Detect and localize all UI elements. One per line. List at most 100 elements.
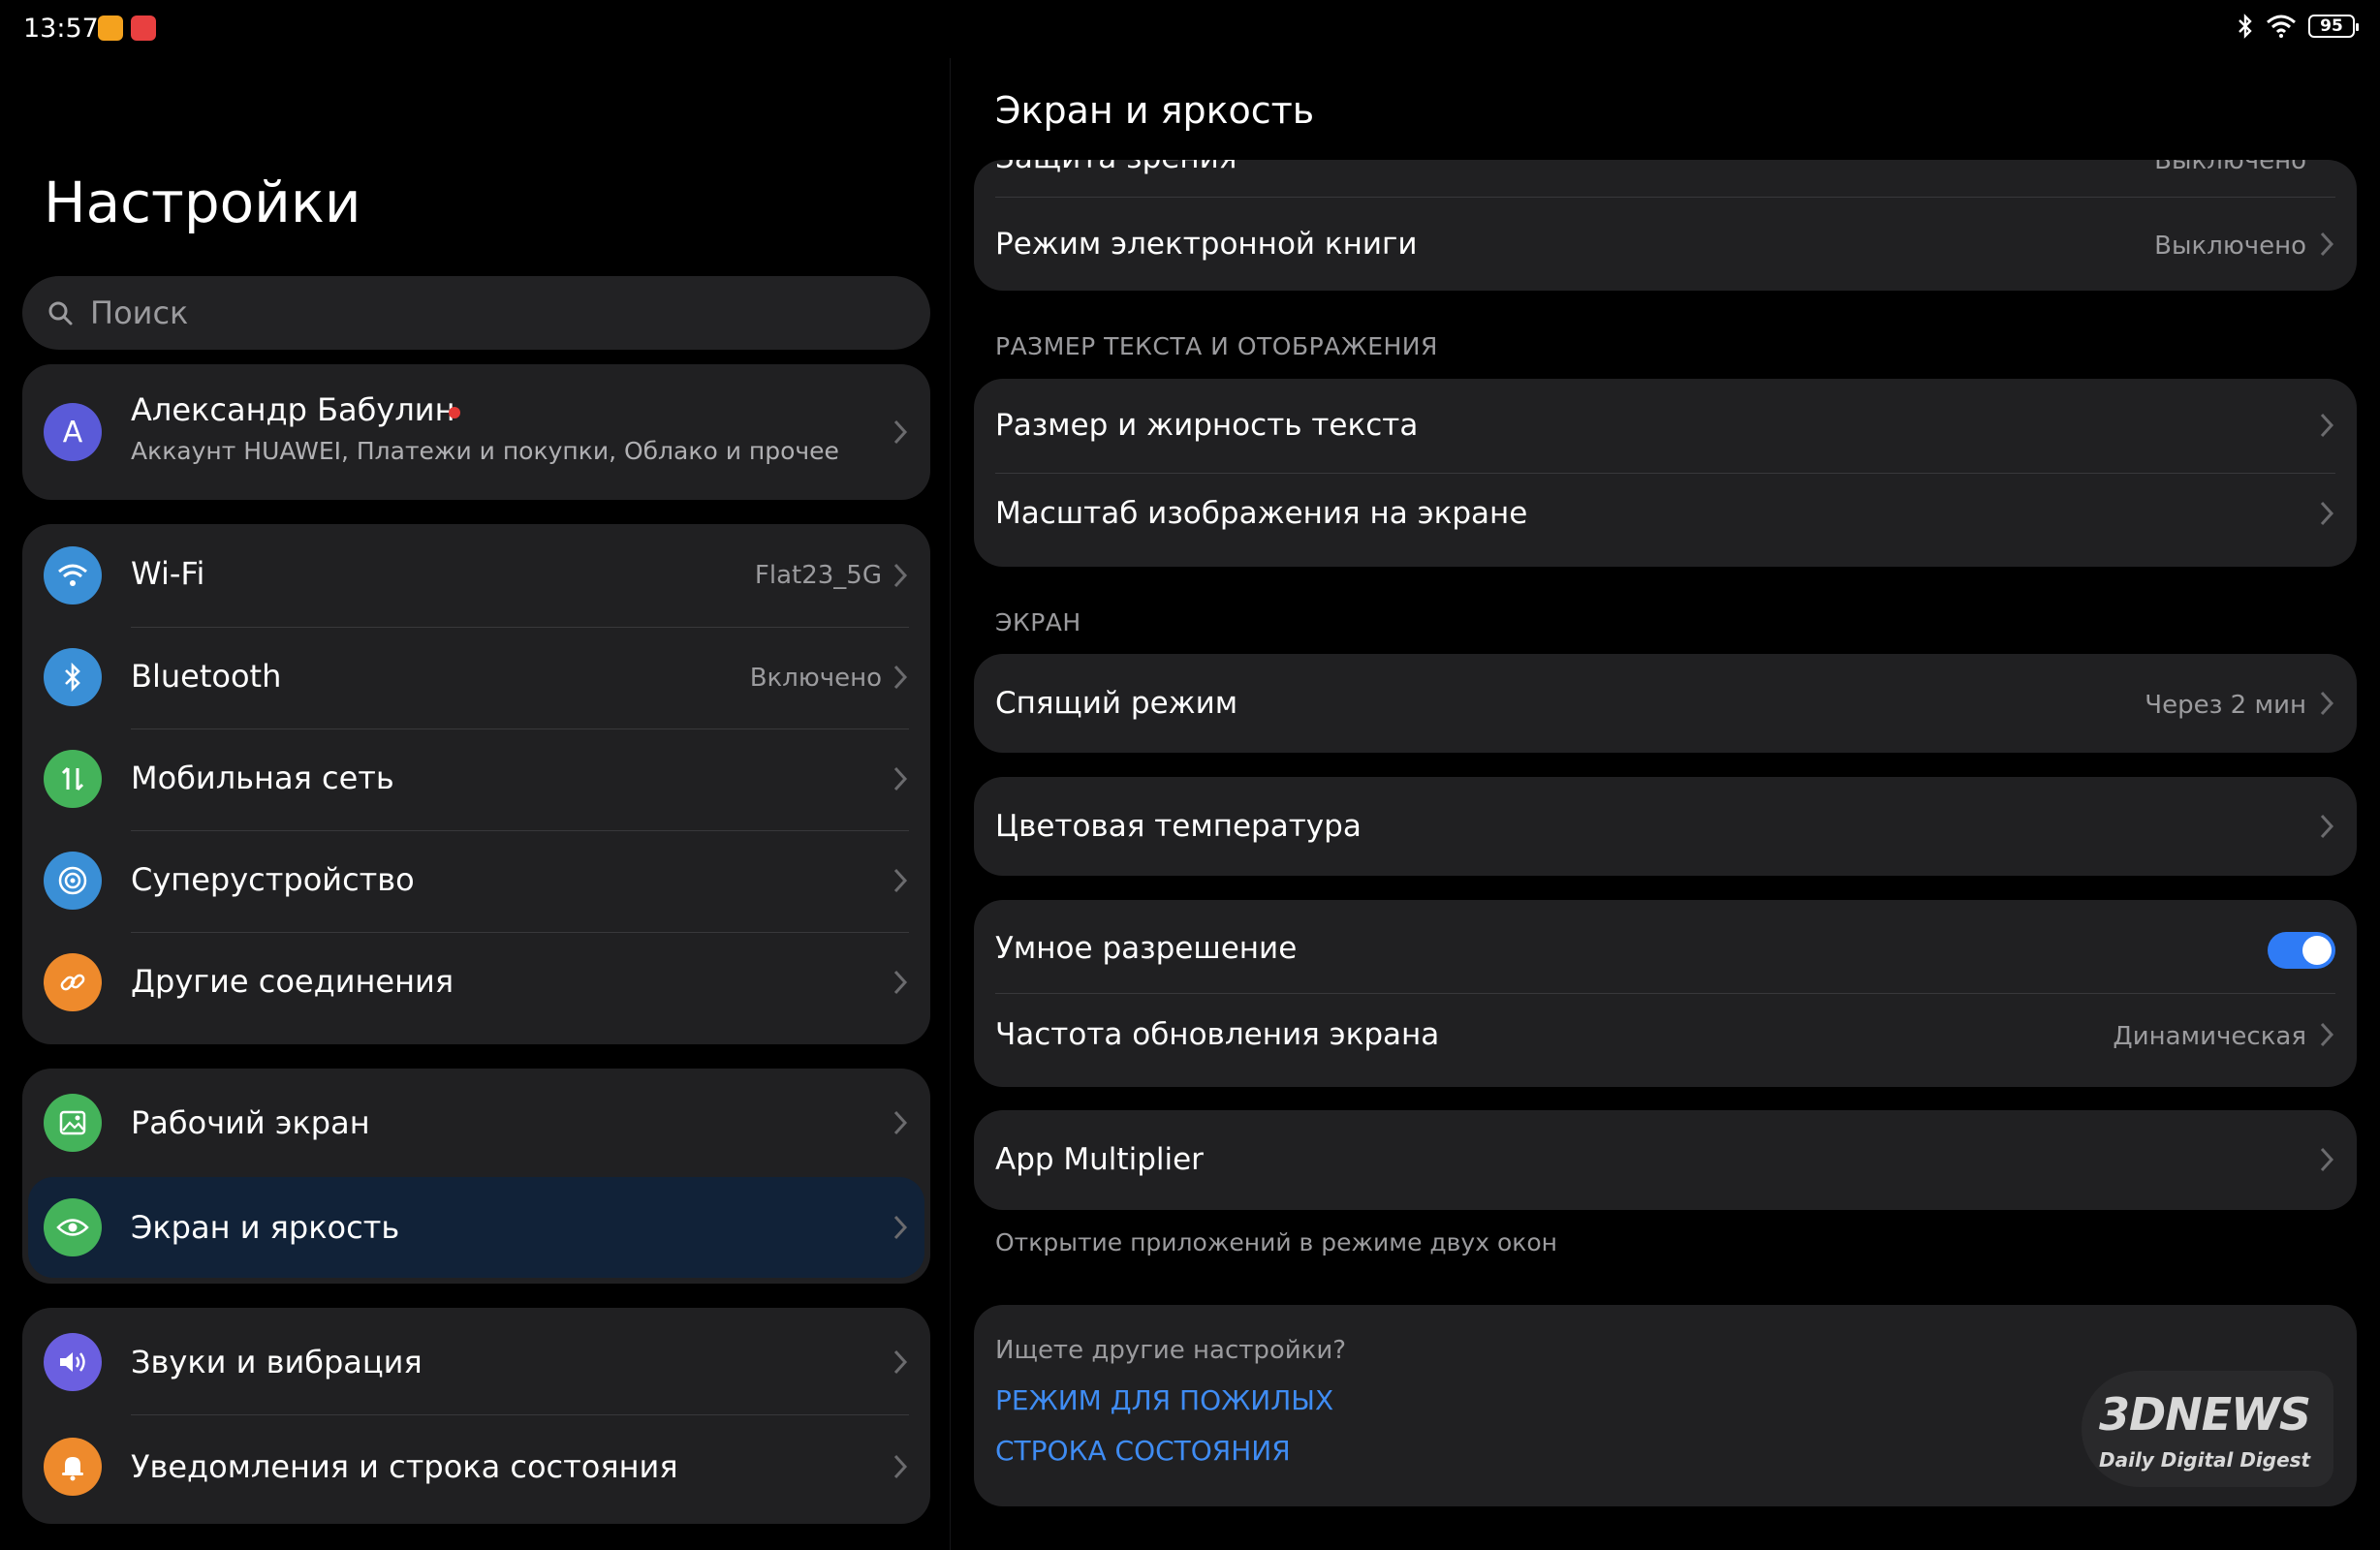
sidebar-item-sounds[interactable]: Звуки и вибрация — [22, 1308, 930, 1414]
avatar: А — [44, 403, 102, 461]
settings-sidebar: Настройки Поиск А Александр Бабулин Акка… — [0, 0, 950, 1550]
chevron-right-icon — [893, 970, 908, 995]
watermark-brand: 3DNEWS — [2099, 1388, 2311, 1441]
chevron-right-icon — [893, 1215, 908, 1240]
section-header-screen: ЭКРАН — [995, 608, 1081, 636]
app-multiplier-row[interactable]: App Multiplier — [974, 1110, 2357, 1210]
sidebar-item-label: Экран и яркость — [131, 1209, 400, 1246]
row-value: Выключено — [2154, 160, 2306, 175]
bluetooth-icon — [44, 648, 102, 706]
account-subtitle: Аккаунт HUAWEI, Платежи и покупки, Облак… — [131, 437, 839, 465]
sidebar-item-label: Wi-Fi — [131, 555, 205, 592]
display-card: Рабочий экран Экран и яркость — [22, 1069, 930, 1284]
sidebar-item-label: Мобильная сеть — [131, 760, 394, 796]
chevron-right-icon — [2320, 691, 2334, 716]
row-label: Частота обновления экрана — [995, 1017, 1440, 1052]
search-placeholder: Поиск — [90, 294, 189, 331]
text-size-row[interactable]: Размер и жирность текста — [974, 379, 2357, 473]
eye-icon — [44, 1198, 102, 1256]
search-input[interactable]: Поиск — [22, 276, 930, 350]
sleep-row[interactable]: Спящий режим Через 2 мин — [974, 654, 2357, 753]
smart-resolution-row[interactable]: Умное разрешение — [974, 900, 2357, 993]
looking-for-card: Ищете другие настройки? РЕЖИМ ДЛЯ ПОЖИЛЫ… — [974, 1305, 2357, 1506]
sidebar-item-other-connections[interactable]: Другие соединения — [22, 932, 930, 1038]
color-temperature-row[interactable]: Цветовая температура — [974, 777, 2357, 876]
bluetooth-icon — [2239, 14, 2252, 39]
sidebar-item-label: Уведомления и строка состояния — [131, 1448, 678, 1485]
row-label: Масштаб изображения на экране — [995, 496, 1528, 531]
sidebar-item-mobile-network[interactable]: Мобильная сеть — [22, 728, 930, 830]
chevron-right-icon — [893, 665, 908, 690]
link-status-bar[interactable]: СТРОКА СОСТОЯНИЯ — [995, 1435, 1291, 1467]
chevron-right-icon — [893, 766, 908, 791]
sidebar-item-value: Flat23_5G — [754, 561, 882, 590]
wifi-icon — [44, 546, 102, 604]
sidebar-item-value: Включено — [749, 664, 882, 693]
sidebar-item-superdevice[interactable]: Суперустройство — [22, 830, 930, 932]
bell-icon — [44, 1438, 102, 1496]
refresh-rate-row[interactable]: Частота обновления экрана Динамическая — [974, 993, 2357, 1087]
sleep-card[interactable]: Спящий режим Через 2 мин — [974, 654, 2357, 753]
pane-separator — [950, 58, 951, 1550]
sidebar-item-label: Звуки и вибрация — [131, 1344, 423, 1380]
row-label: App Multiplier — [995, 1142, 1204, 1177]
sidebar-item-label: Рабочий экран — [131, 1104, 370, 1141]
sidebar-item-wifi[interactable]: Wi-Fi Flat23_5G — [22, 524, 930, 627]
color-temperature-card[interactable]: Цветовая температура — [974, 777, 2357, 876]
row-label: Защита зрения — [995, 160, 1237, 175]
chevron-right-icon — [2320, 413, 2334, 438]
wifi-icon — [2267, 15, 2296, 38]
sidebar-item-label: Суперустройство — [131, 861, 415, 898]
smart-resolution-toggle[interactable] — [2268, 932, 2335, 969]
link-icon — [44, 953, 102, 1011]
chevron-right-icon — [2320, 814, 2334, 839]
sidebar-item-home-screen[interactable]: Рабочий экран — [22, 1069, 930, 1175]
row-value: Через 2 мин — [2145, 691, 2306, 720]
row-label: Режим электронной книги — [995, 227, 1418, 262]
app-multiplier-card[interactable]: App Multiplier — [974, 1110, 2357, 1210]
chevron-right-icon — [893, 1454, 908, 1479]
chevron-right-icon — [893, 419, 908, 445]
avatar-letter: А — [62, 415, 83, 450]
detail-title: Экран и яркость — [995, 89, 1315, 132]
watermark-tagline: Daily Digital Digest — [2099, 1448, 2311, 1472]
sidebar-item-label: Bluetooth — [131, 658, 282, 695]
resolution-card: Умное разрешение Частота обновления экра… — [974, 900, 2357, 1087]
notification-dot — [449, 407, 460, 418]
superdevice-icon — [44, 852, 102, 910]
page-title: Настройки — [44, 170, 361, 235]
battery-indicator: 95 — [2308, 15, 2359, 38]
row-value: Динамическая — [2113, 1022, 2306, 1051]
battery-level: 95 — [2320, 16, 2343, 36]
chevron-right-icon — [2320, 1022, 2334, 1047]
speaker-icon — [44, 1333, 102, 1391]
row-label: Спящий режим — [995, 686, 1238, 721]
display-scale-row[interactable]: Масштаб изображения на экране — [974, 473, 2357, 567]
chevron-right-icon — [893, 563, 908, 588]
row-value: Выключено — [2154, 232, 2306, 261]
eye-comfort-card: Защита зрения Выключено Режим электронно… — [974, 160, 2357, 291]
chevron-right-icon — [893, 868, 908, 893]
sidebar-item-display-brightness[interactable]: Экран и яркость — [28, 1177, 924, 1278]
sidebar-item-bluetooth[interactable]: Bluetooth Включено — [22, 627, 930, 728]
wallpaper-icon — [44, 1094, 102, 1152]
eye-comfort-row[interactable]: Защита зрения Выключено — [974, 160, 2357, 199]
mobile-data-icon — [44, 750, 102, 808]
section-header-text-size: РАЗМЕР ТЕКСТА И ОТОБРАЖЕНИЯ — [995, 332, 1438, 360]
chevron-right-icon — [2320, 232, 2334, 257]
chevron-right-icon — [2320, 1147, 2334, 1172]
ebook-mode-row[interactable]: Режим электронной книги Выключено — [974, 198, 2357, 291]
chevron-right-icon — [893, 1110, 908, 1135]
chevron-right-icon — [893, 1349, 908, 1375]
looking-for-title: Ищете другие настройки? — [995, 1336, 1347, 1365]
row-label: Цветовая температура — [995, 809, 1362, 844]
link-elderly-mode[interactable]: РЕЖИМ ДЛЯ ПОЖИЛЫХ — [995, 1384, 1333, 1416]
chevron-right-icon — [2320, 501, 2334, 526]
watermark-logo: 3DNEWS Daily Digital Digest — [2082, 1371, 2333, 1487]
account-card[interactable]: А Александр Бабулин Аккаунт HUAWEI, Плат… — [22, 364, 930, 500]
sidebar-item-notifications[interactable]: Уведомления и строка состояния — [22, 1414, 930, 1521]
account-name: Александр Бабулин — [131, 391, 455, 428]
sound-card: Звуки и вибрация Уведомления и строка со… — [22, 1308, 930, 1524]
text-size-card: Размер и жирность текста Масштаб изображ… — [974, 379, 2357, 567]
connections-card: Wi-Fi Flat23_5G Bluetooth Включено Мобил… — [22, 524, 930, 1044]
